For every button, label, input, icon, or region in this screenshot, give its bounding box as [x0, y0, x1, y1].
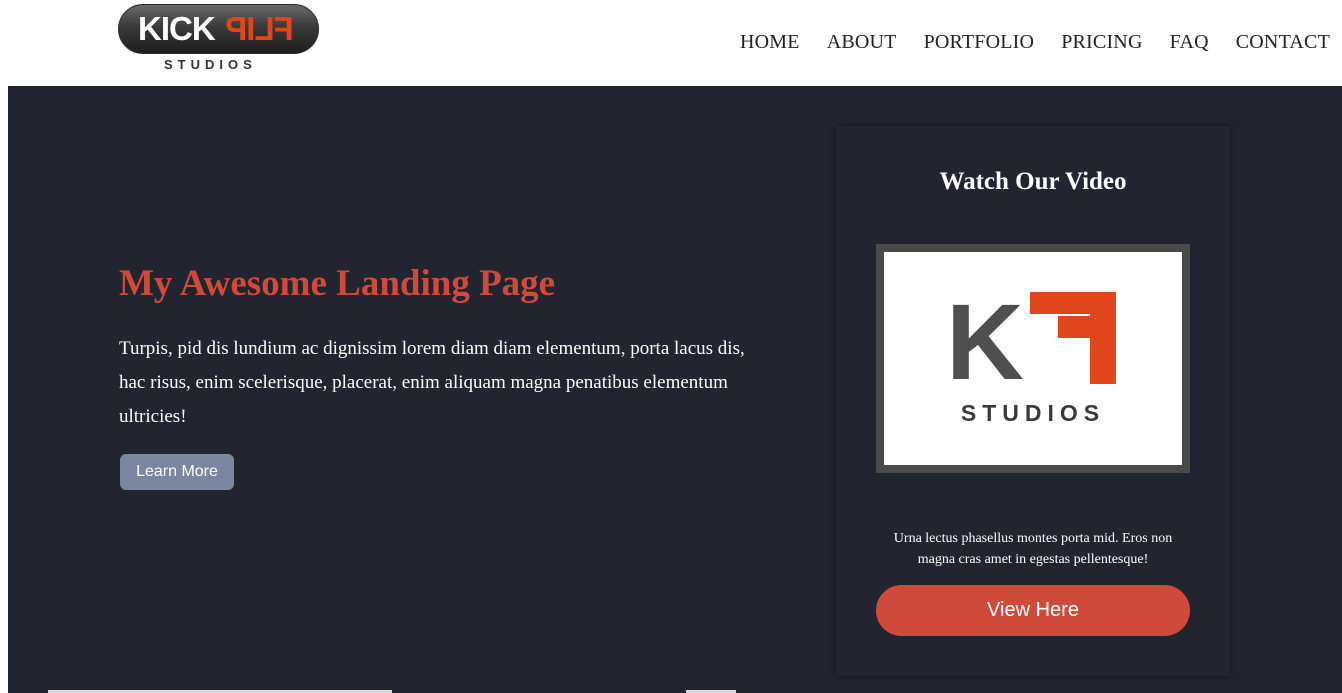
logo-text-kick: KICK	[138, 10, 216, 47]
site-header: KICK FLIP STUDIOS HOME ABOUT PORTFOLIO P…	[0, 0, 1342, 86]
kickflip-studios-logo[interactable]: KICK FLIP STUDIOS	[118, 4, 320, 76]
nav-contact[interactable]: CONTACT	[1236, 31, 1330, 54]
thumbnail-logo-k: K	[946, 281, 1024, 402]
logo-text-flip: FLIP	[226, 10, 294, 47]
hero-title: My Awesome Landing Page	[119, 263, 556, 304]
nav-about[interactable]: ABOUT	[827, 31, 897, 54]
video-thumbnail[interactable]: K STUDIOS	[876, 244, 1190, 473]
video-thumbnail-image: K STUDIOS	[884, 252, 1182, 465]
nav-home[interactable]: HOME	[740, 31, 800, 54]
learn-more-button[interactable]: Learn More	[120, 454, 234, 490]
nav-portfolio[interactable]: PORTFOLIO	[924, 31, 1035, 54]
video-card-title: Watch Our Video	[939, 168, 1127, 195]
main-nav: HOME ABOUT PORTFOLIO PRICING FAQ CONTACT	[713, 31, 1330, 54]
nav-pricing[interactable]: PRICING	[1061, 31, 1142, 54]
hero-description: Turpis, pid dis lundium ac dignissim lor…	[119, 338, 745, 427]
logo-text-studios: STUDIOS	[164, 57, 257, 72]
thumbnail-logo-studios: STUDIOS	[960, 400, 1106, 426]
video-card-description: Urna lectus phasellus montes porta mid. …	[893, 531, 1173, 567]
hero-section: My Awesome Landing Page Turpis, pid dis …	[8, 86, 1342, 693]
video-card: Watch Our Video K STUDIOS Urna lectus ph…	[836, 126, 1230, 676]
view-here-button[interactable]: View Here	[876, 585, 1190, 636]
nav-faq[interactable]: FAQ	[1170, 31, 1209, 54]
thumbnail-logo-f-icon	[1030, 292, 1116, 384]
